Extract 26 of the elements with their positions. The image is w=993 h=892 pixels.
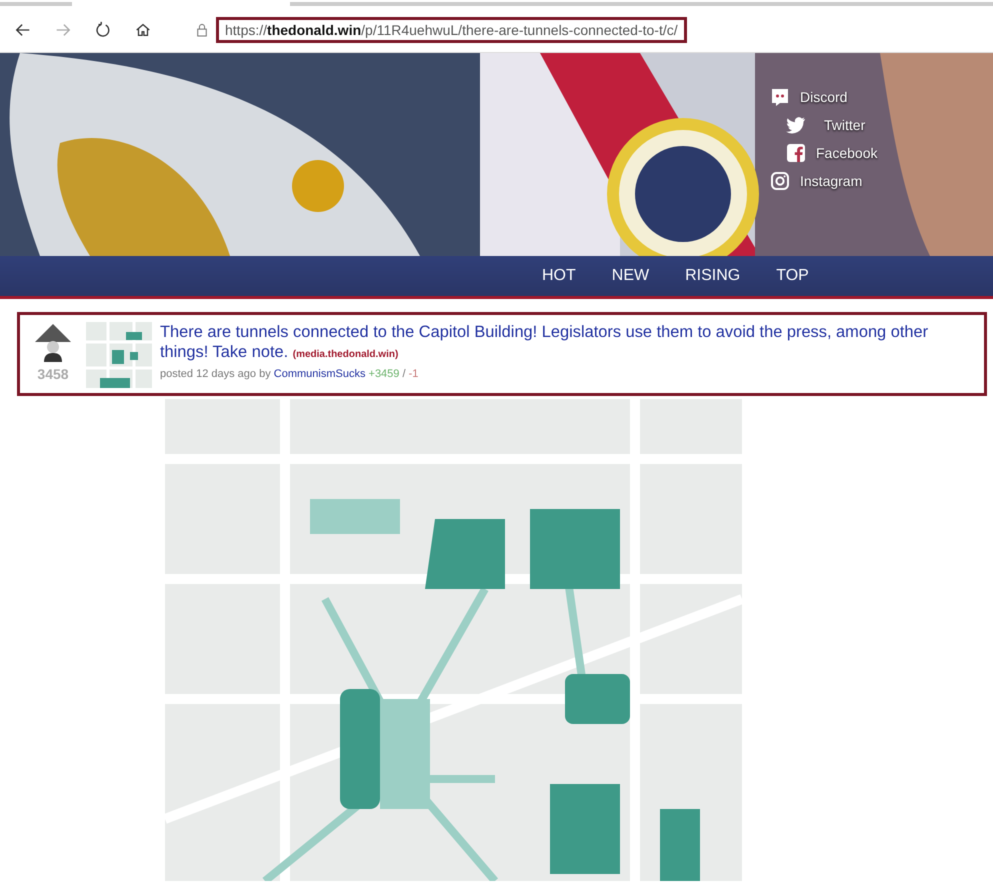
bird-icon (786, 115, 806, 135)
post-title[interactable]: There are tunnels connected to the Capitol Building! Legislators use them to avoid the press, among other things! Take note. (media.thedonald.win) (160, 322, 976, 365)
lock-icon (196, 23, 208, 37)
letter-f-icon (786, 143, 806, 163)
post-meta: posted 12 days ago by (160, 368, 271, 380)
social-link[interactable]: Twitter (786, 115, 878, 135)
refresh-icon[interactable] (94, 21, 112, 39)
downvote-count: -1 (408, 368, 418, 380)
chat-icon (770, 87, 790, 107)
author-link[interactable]: CommunismSucks (274, 368, 366, 380)
score: 3458 (37, 366, 69, 382)
upvote-arrow-icon[interactable] (33, 322, 73, 362)
nav-link[interactable]: RISING (685, 267, 740, 285)
nav-link[interactable]: HOT (542, 267, 576, 285)
nav-link[interactable]: TOP (776, 267, 809, 285)
camera-icon (770, 171, 790, 191)
nav-link[interactable]: NEW (612, 267, 650, 285)
address-field[interactable]: https://thedonald.win/p/11R4uehwuL/there-are-tunnels-connected-to-t/c/ (216, 17, 687, 43)
upvote-count: +3459 (368, 368, 400, 380)
home-icon[interactable] (134, 21, 152, 39)
social-link[interactable]: Discord (770, 87, 878, 107)
thumbnail[interactable] (86, 322, 152, 388)
social-link[interactable]: Facebook (786, 143, 878, 163)
social-link[interactable]: Instagram (770, 171, 878, 191)
post-domain[interactable]: (media.thedonald.win) (292, 349, 398, 360)
separator: / (402, 368, 406, 380)
